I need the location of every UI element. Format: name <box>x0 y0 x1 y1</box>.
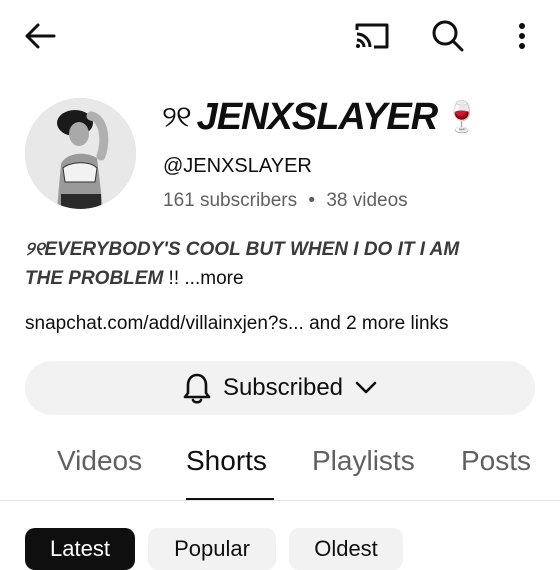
cast-button[interactable] <box>349 14 395 58</box>
stats-separator: • <box>308 190 316 211</box>
chip-latest[interactable]: Latest <box>25 528 135 570</box>
more-options-button[interactable] <box>502 14 542 58</box>
title-prefix: ୨୧ <box>162 100 192 134</box>
channel-avatar[interactable] <box>25 98 136 209</box>
channel-title: ୨୧ JENXSLAYER 🍷 <box>162 96 481 139</box>
video-count: 38 videos <box>326 190 408 211</box>
tab-shorts[interactable]: Shorts <box>186 445 267 477</box>
channel-description[interactable]: ୨୧EVERYBODY'S COOL BUT WHEN I DO IT I AM… <box>25 235 535 293</box>
wine-glass-icon: 🍷 <box>443 101 480 134</box>
chip-popular[interactable]: Popular <box>148 528 276 570</box>
channel-stats: 161 subscribers • 38 videos <box>163 190 408 212</box>
description-suffix: !! <box>163 268 185 289</box>
primary-link[interactable]: snapchat.com/add/villainxjen?s... <box>25 313 304 334</box>
more-link[interactable]: ...more <box>184 268 243 289</box>
description-line2: THE PROBLEM <box>25 268 164 289</box>
description-line1: ୨୧EVERYBODY'S COOL BUT WHEN I DO IT I AM <box>25 239 460 260</box>
bell-icon <box>183 373 211 404</box>
chip-oldest[interactable]: Oldest <box>289 528 403 570</box>
subscriber-count: 161 subscribers <box>163 190 298 211</box>
tabs-divider <box>0 500 560 501</box>
more-vertical-icon <box>519 23 525 49</box>
cast-icon <box>355 23 389 49</box>
channel-handle: @JENXSLAYER <box>163 155 312 177</box>
more-links-text[interactable]: and 2 more links <box>304 313 448 334</box>
channel-name: JENXSLAYER <box>196 96 439 138</box>
channel-links[interactable]: snapchat.com/add/villainxjen?s... and 2 … <box>25 313 449 335</box>
subscribed-button[interactable]: Subscribed <box>25 361 535 415</box>
chevron-down-icon <box>355 381 377 394</box>
tab-posts[interactable]: Posts <box>461 445 531 477</box>
tab-playlists[interactable]: Playlists <box>312 445 415 477</box>
back-button[interactable] <box>18 14 62 58</box>
tab-videos[interactable]: Videos <box>57 445 142 477</box>
subscribed-label: Subscribed <box>222 374 344 401</box>
channel-tabs: Videos Shorts Playlists Posts <box>0 445 560 501</box>
search-button[interactable] <box>425 14 471 58</box>
arrow-left-icon <box>25 23 56 49</box>
search-icon <box>432 20 464 52</box>
avatar-photo <box>25 98 136 209</box>
